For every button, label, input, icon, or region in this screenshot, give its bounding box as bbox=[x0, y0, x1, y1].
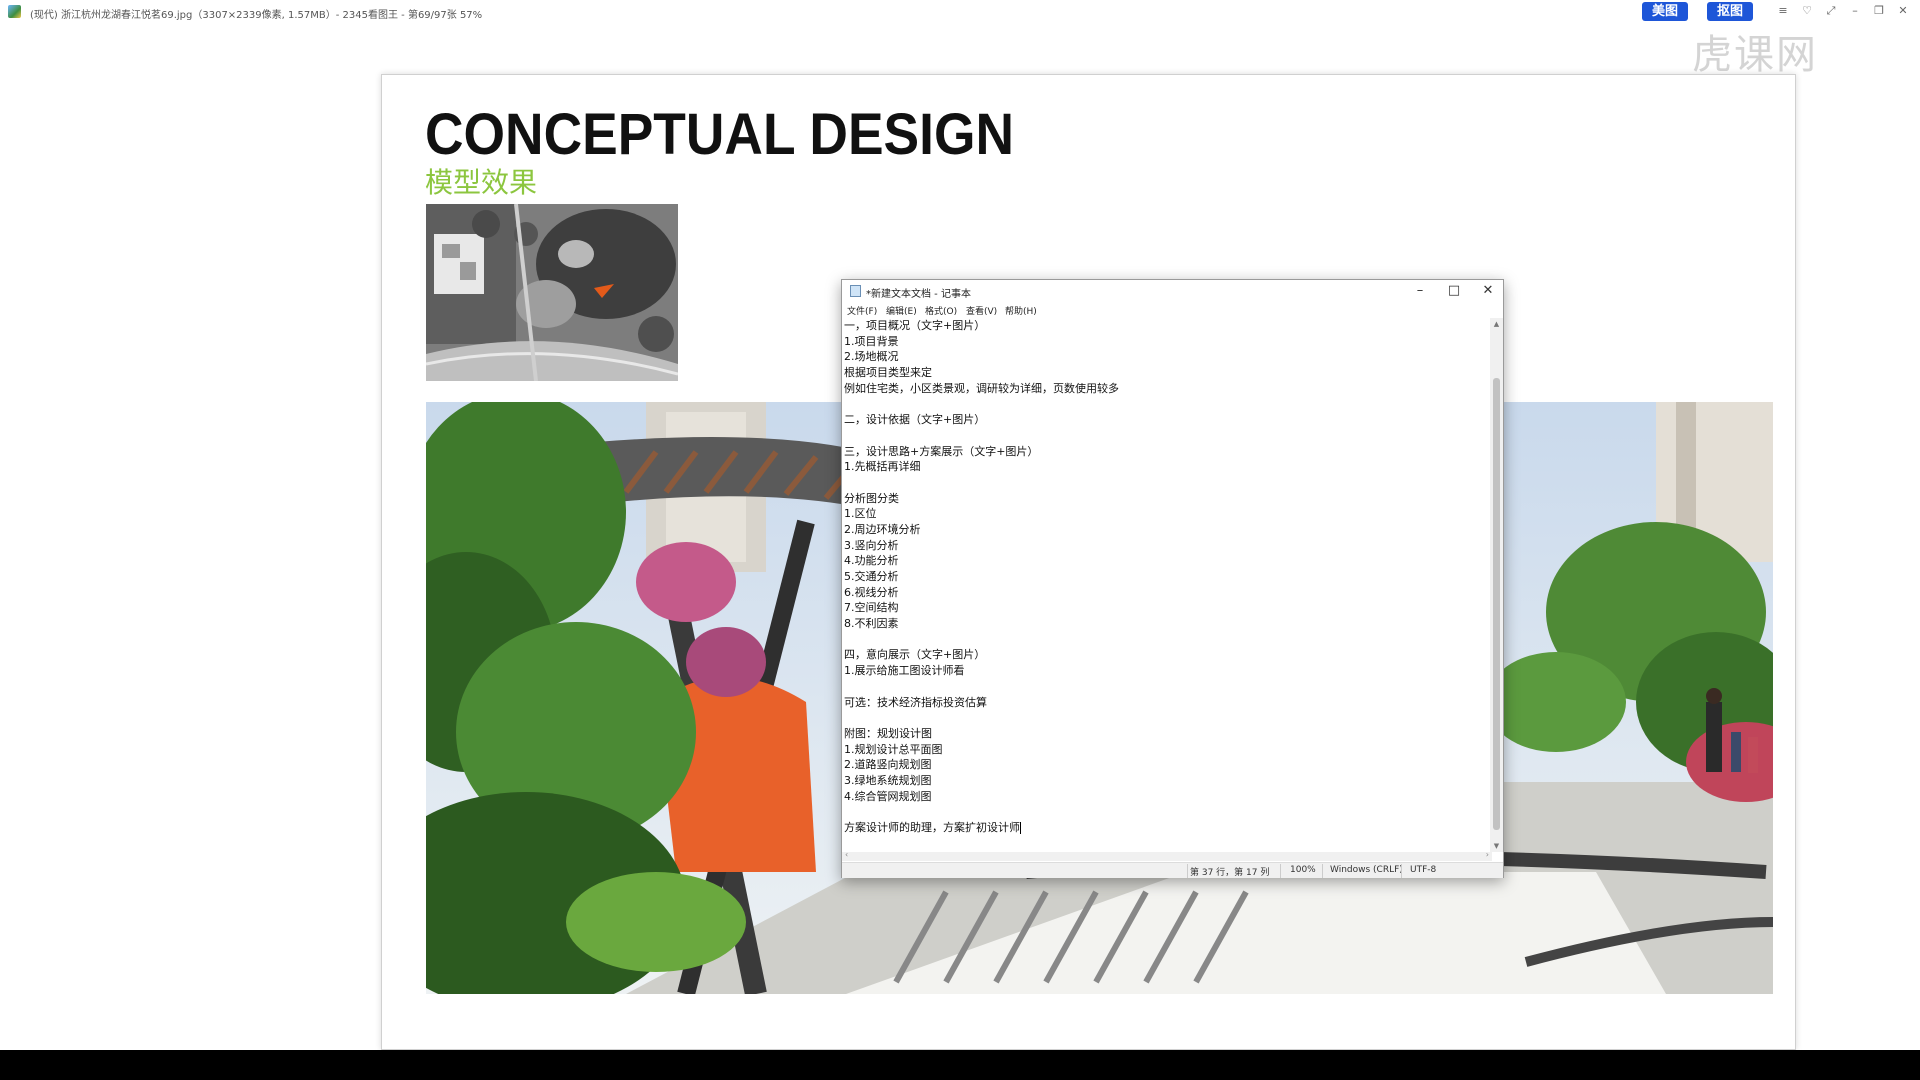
text-line: 5.交通分析 bbox=[844, 570, 899, 583]
taskbar-strip bbox=[0, 1050, 1920, 1080]
status-divider bbox=[1187, 864, 1188, 878]
text-line bbox=[844, 804, 1486, 820]
menu-icon[interactable]: ≡ bbox=[1776, 4, 1790, 18]
text-line: 四，意向展示（文字+图片） bbox=[844, 648, 986, 662]
text-line: 可选：技术经济指标投资估算 bbox=[844, 695, 987, 709]
notepad-text-area[interactable]: 一，项目概况（文字+图片） 1.项目背景 2.场地概况 根据项目类型来定 例如住… bbox=[844, 318, 1486, 848]
menu-file[interactable]: 文件(F) bbox=[847, 304, 877, 317]
text-line bbox=[844, 428, 1486, 444]
site-plan-image bbox=[426, 204, 678, 381]
text-line: 3.绿地系统规划图 bbox=[844, 773, 932, 787]
notepad-title: *新建文本文档 - 记事本 bbox=[866, 289, 971, 300]
text-line: 二，设计依据（文字+图片） bbox=[844, 413, 986, 427]
menu-help[interactable]: 帮助(H) bbox=[1005, 304, 1037, 317]
watermark-logo: 虎课网 bbox=[1692, 32, 1818, 78]
notepad-icon bbox=[850, 285, 861, 297]
notepad-minimize-button[interactable]: – bbox=[1403, 281, 1437, 301]
restore-icon[interactable]: ❐ bbox=[1872, 4, 1886, 18]
notepad-close-button[interactable]: ✕ bbox=[1471, 281, 1505, 301]
text-line: 三，设计思路+方案展示（文字+图片） bbox=[844, 444, 1039, 458]
text-line: 4.功能分析 bbox=[844, 554, 899, 568]
text-line-last-content: 方案设计师的助理，方案扩初设计师 bbox=[844, 821, 1020, 834]
text-line: 2.周边环境分析 bbox=[844, 522, 921, 536]
text-line: 7.空间结构 bbox=[844, 601, 899, 615]
text-line: 1.区位 bbox=[844, 507, 877, 521]
horizontal-scrollbar[interactable]: ‹ › bbox=[842, 850, 1492, 861]
minimize-icon[interactable]: – bbox=[1848, 4, 1862, 18]
meitu-button[interactable]: 美图 bbox=[1642, 2, 1689, 21]
text-line: 一，项目概况（文字+图片） bbox=[844, 319, 986, 332]
vertical-scroll-thumb[interactable] bbox=[1493, 378, 1500, 830]
zoom-level: 100% bbox=[1290, 865, 1316, 875]
text-line: 8.不利因素 bbox=[844, 617, 899, 631]
text-caret bbox=[1020, 822, 1021, 834]
menu-view[interactable]: 查看(V) bbox=[966, 304, 997, 317]
status-bar: 第 37 行，第 17 列 100% Windows (CRLF) UTF-8 bbox=[842, 862, 1503, 878]
text-line: 1.先概括再详细 bbox=[844, 460, 921, 474]
text-line: 例如住宅类，小区类景观，调研较为详细，页数使用较多 bbox=[844, 381, 1119, 395]
text-line: 1.项目背景 bbox=[844, 334, 899, 348]
text-line: 根据项目类型来定 bbox=[844, 366, 932, 380]
text-line: 2.场地概况 bbox=[844, 350, 899, 364]
text-line bbox=[844, 632, 1486, 648]
text-line: 3.竖向分析 bbox=[844, 538, 899, 552]
notepad-title-bar[interactable]: *新建文本文档 - 记事本 – □ ✕ bbox=[842, 280, 1503, 302]
text-line: 6.视线分析 bbox=[844, 585, 899, 599]
menu-edit[interactable]: 编辑(E) bbox=[886, 304, 917, 317]
page-title: CONCEPTUAL DESIGN bbox=[425, 102, 1015, 167]
scroll-up-arrow-icon[interactable]: ▲ bbox=[1490, 318, 1503, 330]
notepad-maximize-button[interactable]: □ bbox=[1437, 281, 1471, 301]
text-line bbox=[844, 679, 1486, 695]
notepad-window[interactable]: *新建文本文档 - 记事本 – □ ✕ 文件(F) 编辑(E) 格式(O) 查看… bbox=[841, 279, 1504, 878]
text-line: 附图：规划设计图 bbox=[844, 726, 932, 740]
status-divider bbox=[1322, 864, 1323, 878]
koutu-button[interactable]: 抠图 bbox=[1707, 2, 1754, 21]
scroll-left-arrow-icon[interactable]: ‹ bbox=[845, 850, 848, 859]
vertical-scrollbar[interactable]: ▲ ▼ bbox=[1490, 318, 1503, 852]
close-icon[interactable]: ✕ bbox=[1896, 4, 1910, 18]
skin-icon[interactable]: ♡ bbox=[1800, 4, 1814, 18]
viewer-title-bar: (现代) 浙江杭州龙湖春江悦茗69.jpg（3307×2339像素, 1.57M… bbox=[0, 0, 1920, 24]
text-line bbox=[844, 710, 1486, 726]
scroll-down-arrow-icon[interactable]: ▼ bbox=[1490, 840, 1503, 852]
image-viewer-app-icon bbox=[8, 5, 21, 18]
page-subtitle: 模型效果 bbox=[425, 166, 538, 199]
text-line: 1.展示给施工图设计师看 bbox=[844, 664, 965, 678]
viewer-window-title: (现代) 浙江杭州龙湖春江悦茗69.jpg（3307×2339像素, 1.57M… bbox=[30, 10, 483, 21]
text-line: 1.规划设计总平面图 bbox=[844, 742, 943, 756]
notepad-menu-bar: 文件(F) 编辑(E) 格式(O) 查看(V) 帮助(H) bbox=[842, 302, 1503, 318]
text-line: 4.综合管网规划图 bbox=[844, 789, 932, 803]
encoding: UTF-8 bbox=[1410, 865, 1437, 875]
text-line bbox=[844, 475, 1486, 491]
line-ending: Windows (CRLF) bbox=[1330, 865, 1403, 875]
status-divider bbox=[1401, 864, 1402, 878]
fullscreen-icon[interactable]: ⤢ bbox=[1824, 4, 1838, 18]
text-line: 2.道路竖向规划图 bbox=[844, 758, 932, 772]
text-line bbox=[844, 396, 1486, 412]
cursor-position: 第 37 行，第 17 列 bbox=[1190, 868, 1270, 878]
status-divider bbox=[1280, 864, 1281, 878]
text-line-last: 方案设计师的助理，方案扩初设计师 bbox=[844, 820, 1486, 836]
text-line: 分析图分类 bbox=[844, 491, 899, 505]
scroll-right-arrow-icon[interactable]: › bbox=[1486, 850, 1489, 859]
menu-format[interactable]: 格式(O) bbox=[925, 304, 957, 317]
